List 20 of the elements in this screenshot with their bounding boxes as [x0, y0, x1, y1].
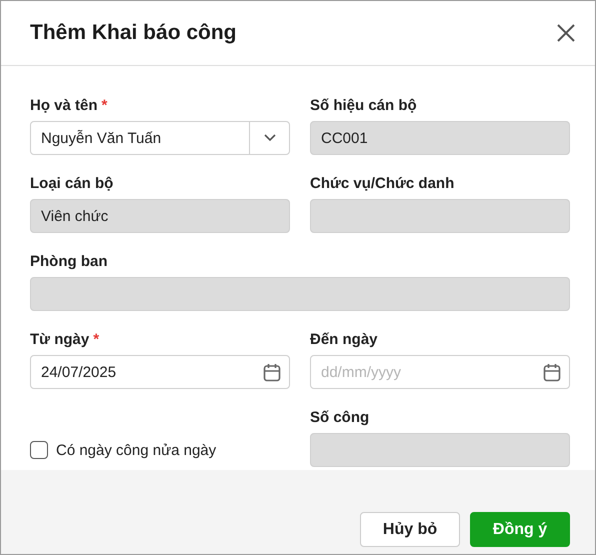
calendar-icon [543, 362, 561, 382]
date-field[interactable]: 24/07/2025 [30, 355, 290, 389]
calendar-icon [263, 362, 281, 382]
field-label: Số công [310, 409, 370, 427]
field-label: Phòng ban [30, 253, 108, 271]
field-label: Loại cán bộ [30, 175, 114, 193]
field-label: Từ ngày [30, 331, 90, 349]
field-label: Họ và tên [30, 97, 98, 115]
checkbox[interactable] [30, 441, 48, 459]
checkbox-label: Có ngày công nửa ngày [56, 442, 216, 458]
select-field[interactable]: Nguyễn Văn Tuấn [30, 121, 290, 155]
field-label: Đến ngày [310, 331, 378, 349]
caret-icon [264, 134, 276, 142]
cancel-button[interactable]: Hủy bỏ [360, 512, 460, 547]
field-label: Chức vụ/Chức danh [310, 175, 454, 193]
field-label: Số hiệu cán bộ [310, 97, 417, 115]
dialog-title: Thêm Khai báo công [30, 21, 237, 45]
close-icon[interactable] [556, 23, 576, 43]
required-mark: * [93, 331, 100, 349]
required-mark: * [102, 97, 108, 115]
